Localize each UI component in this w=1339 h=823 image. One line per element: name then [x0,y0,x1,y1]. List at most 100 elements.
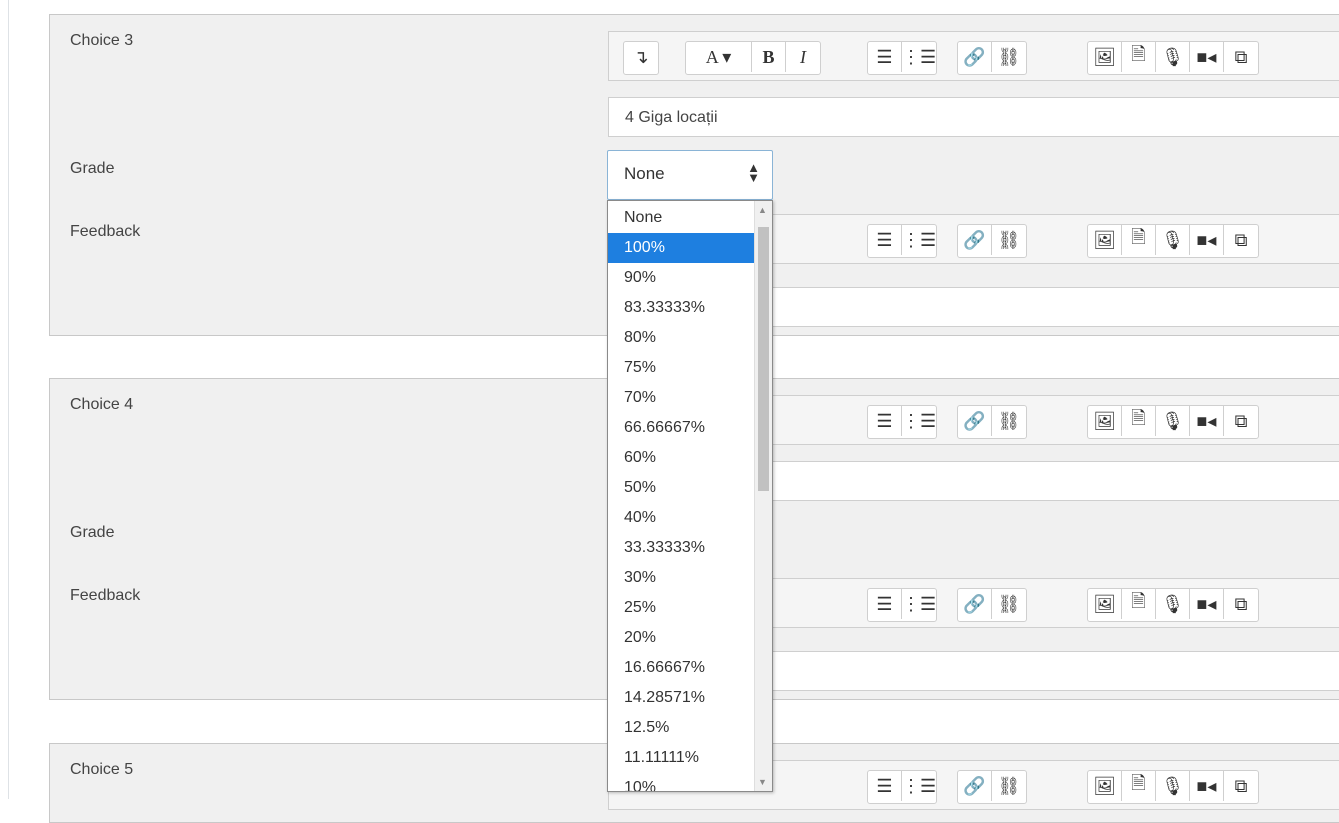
toolbar-group-4: 🔗 ⛓ [957,224,1027,258]
numbered-list-icon[interactable]: ⋮☰ [902,589,936,619]
grade-option[interactable]: 90% [608,263,754,293]
scroll-up-icon[interactable]: ▲ [758,205,767,215]
choice-3-feedback-label: Feedback [70,223,141,240]
unlink-icon[interactable]: ⛓ [992,406,1026,436]
bullet-list-icon[interactable]: ☰ [868,225,902,255]
answer-editor-toolbar: ↴ A ▾ B I ☰ ⋮☰ 🔗 ⛓ 🖼 🗎 🎙 ■◂ ⧉ [608,31,1339,81]
toolbar-group-5: 🖼 🗎 🎙 ■◂ ⧉ [1087,224,1259,258]
grade-option[interactable]: 33.33333% [608,533,754,563]
numbered-list-icon[interactable]: ⋮☰ [902,771,936,801]
record-video-icon[interactable]: ■◂ [1190,42,1224,72]
image-icon[interactable]: 🖼 [1088,225,1122,255]
media-icon[interactable]: 🗎 [1122,771,1156,801]
bullet-list-icon[interactable]: ☰ [868,406,902,436]
link-icon[interactable]: 🔗 [958,42,992,72]
toolbar-group-5: 🖼 🗎 🎙 ■◂ ⧉ [1087,588,1259,622]
unlink-icon[interactable]: ⛓ [992,589,1026,619]
unlink-icon[interactable]: ⛓ [992,225,1026,255]
paragraph-style-button[interactable]: A ▾ [686,42,752,72]
grade-option[interactable]: 50% [608,473,754,503]
choice-3-grade-label: Grade [70,160,115,177]
collapse-toolbar-button[interactable]: ↴ [624,42,658,72]
toolbar-group-3: ☰ ⋮☰ [867,405,937,439]
select-arrows-icon: ▲ ▼ [747,160,760,185]
scroll-down-icon[interactable]: ▼ [758,777,767,787]
grade-option[interactable]: 75% [608,353,754,383]
grade-option[interactable]: 30% [608,563,754,593]
manage-files-icon[interactable]: ⧉ [1224,406,1258,436]
grade-option[interactable]: 60% [608,443,754,473]
numbered-list-icon[interactable]: ⋮☰ [902,42,936,72]
toolbar-group-4: 🔗 ⛓ [957,588,1027,622]
media-icon[interactable]: 🗎 [1122,589,1156,619]
grade-option[interactable]: 83.33333% [608,293,754,323]
link-icon[interactable]: 🔗 [958,589,992,619]
numbered-list-icon[interactable]: ⋮☰ [902,406,936,436]
record-audio-icon[interactable]: 🎙 [1156,42,1190,72]
unlink-icon[interactable]: ⛓ [992,771,1026,801]
scrollbar-thumb[interactable] [758,227,769,491]
image-icon[interactable]: 🖼 [1088,42,1122,72]
grade-option[interactable]: 10% [608,773,754,791]
grade-option[interactable]: 20% [608,623,754,653]
toolbar-group-4: 🔗 ⛓ [957,405,1027,439]
bullet-list-icon[interactable]: ☰ [868,771,902,801]
italic-button[interactable]: I [786,42,820,72]
grade-option[interactable]: 11.11111% [608,743,754,773]
toolbar-group-2: A ▾ B I [685,41,821,75]
grade-option[interactable]: 16.66667% [608,653,754,683]
dropdown-scrollbar[interactable]: ▲ ▼ [754,201,772,791]
grade-select[interactable]: None ▲ ▼ [607,150,773,200]
grade-option[interactable]: 80% [608,323,754,353]
bullet-list-icon[interactable]: ☰ [868,42,902,72]
image-icon[interactable]: 🖼 [1088,406,1122,436]
numbered-list-icon[interactable]: ⋮☰ [902,225,936,255]
media-icon[interactable]: 🗎 [1122,225,1156,255]
bold-button[interactable]: B [752,42,786,72]
page-left-rule [8,0,9,799]
manage-files-icon[interactable]: ⧉ [1224,42,1258,72]
toolbar-group-5: 🖼 🗎 🎙 ■◂ ⧉ [1087,405,1259,439]
choice-4-grade-label: Grade [70,524,115,541]
toolbar-group-1: ↴ [623,41,659,75]
record-audio-icon[interactable]: 🎙 [1156,406,1190,436]
choice-4-label: Choice 4 [70,396,134,413]
record-audio-icon[interactable]: 🎙 [1156,771,1190,801]
grade-option[interactable]: None [608,203,754,233]
grade-option[interactable]: 12.5% [608,713,754,743]
grade-option[interactable]: 40% [608,503,754,533]
link-icon[interactable]: 🔗 [958,771,992,801]
choice-3-label: Choice 3 [70,32,134,49]
image-icon[interactable]: 🖼 [1088,589,1122,619]
grade-options: None 100% 90% 83.33333% 80% 75% 70% 66.66667% 60… [608,203,754,791]
bullet-list-icon[interactable]: ☰ [868,589,902,619]
choice-3-answer-editor[interactable]: 4 Giga locații [608,97,1339,137]
toolbar-group-3: ☰ ⋮☰ [867,224,937,258]
record-video-icon[interactable]: ■◂ [1190,589,1224,619]
record-video-icon[interactable]: ■◂ [1190,771,1224,801]
grade-option[interactable]: 66.66667% [608,413,754,443]
grade-option[interactable]: 100% [608,233,754,263]
toolbar-group-3: ☰ ⋮☰ [867,41,937,75]
media-icon[interactable]: 🗎 [1122,406,1156,436]
manage-files-icon[interactable]: ⧉ [1224,589,1258,619]
grade-option[interactable]: 70% [608,383,754,413]
manage-files-icon[interactable]: ⧉ [1224,225,1258,255]
toolbar-group-3: ☰ ⋮☰ [867,588,937,622]
manage-files-icon[interactable]: ⧉ [1224,771,1258,801]
record-video-icon[interactable]: ■◂ [1190,225,1224,255]
grade-dropdown-list: None 100% 90% 83.33333% 80% 75% 70% 66.66667% 60… [607,200,773,792]
record-video-icon[interactable]: ■◂ [1190,406,1224,436]
record-audio-icon[interactable]: 🎙 [1156,225,1190,255]
unlink-icon[interactable]: ⛓ [992,42,1026,72]
link-icon[interactable]: 🔗 [958,225,992,255]
link-icon[interactable]: 🔗 [958,406,992,436]
toolbar-group-5: 🖼 🗎 🎙 ■◂ ⧉ [1087,41,1259,75]
record-audio-icon[interactable]: 🎙 [1156,589,1190,619]
grade-select-value: None [624,164,665,183]
media-icon[interactable]: 🗎 [1122,42,1156,72]
grade-option[interactable]: 25% [608,593,754,623]
toolbar-group-4: 🔗 ⛓ [957,41,1027,75]
grade-option[interactable]: 14.28571% [608,683,754,713]
image-icon[interactable]: 🖼 [1088,771,1122,801]
